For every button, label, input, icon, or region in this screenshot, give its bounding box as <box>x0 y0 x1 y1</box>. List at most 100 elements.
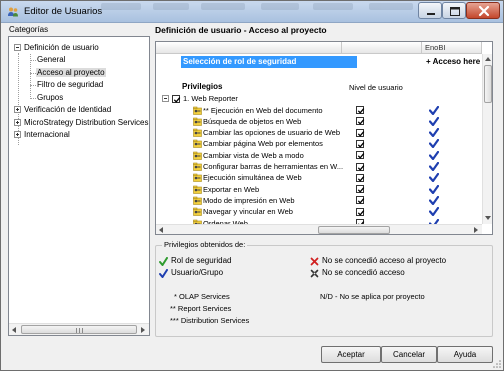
gray-x-icon <box>310 269 319 278</box>
privilege-row[interactable]: Cambiar vista de Web a modo <box>156 150 482 161</box>
privilege-label: Configurar barras de herramientas en W..… <box>203 162 344 171</box>
privilege-folder-icon <box>193 207 202 216</box>
privilege-folder-icon <box>193 196 202 205</box>
privilege-label: Exportar en Web <box>203 184 260 194</box>
scroll-thumb[interactable] <box>318 226 390 234</box>
note-report: ** Report Services <box>170 304 232 313</box>
privilege-row[interactable]: Navegar y vincular en Web <box>156 206 482 217</box>
blue-check-icon <box>429 162 439 171</box>
tree-horizontal-scrollbar[interactable] <box>9 323 149 335</box>
scroll-up-icon[interactable] <box>485 57 491 61</box>
security-role-value[interactable]: + Acceso here <box>426 56 480 68</box>
column-header-name[interactable] <box>156 42 342 54</box>
blue-check-icon <box>429 128 439 138</box>
accept-button[interactable]: Aceptar <box>321 346 381 363</box>
privilege-label: Cambiar las opciones de usuario de Web <box>203 128 341 138</box>
blue-check-icon <box>429 105 439 115</box>
expand-icon[interactable] <box>14 119 21 126</box>
tree-connector <box>30 60 36 61</box>
note-olap: * OLAP Services <box>174 292 230 301</box>
privilege-checkbox[interactable] <box>356 139 365 148</box>
privilege-folder-icon <box>193 173 202 183</box>
scroll-thumb[interactable] <box>484 65 492 103</box>
privilege-label: Cambiar página Web por elementos <box>203 139 323 149</box>
privilege-row[interactable]: ** Ejecución en Web del documento <box>156 105 482 116</box>
scroll-left-icon[interactable] <box>159 227 163 233</box>
scroll-thumb[interactable] <box>21 325 137 334</box>
close-button[interactable] <box>466 2 500 19</box>
privilege-folder-icon <box>193 139 202 149</box>
privilege-checkbox[interactable] <box>356 128 365 137</box>
scroll-down-icon[interactable] <box>485 216 491 220</box>
minimize-button[interactable] <box>418 2 442 19</box>
privilege-checkbox[interactable] <box>356 196 365 205</box>
scroll-right-icon[interactable] <box>474 227 478 233</box>
column-header-enobi[interactable]: EnoBI <box>422 42 482 54</box>
blue-check-icon <box>429 207 439 217</box>
user-editor-window: Editor de Usuarios Categorías Definición… <box>0 0 504 371</box>
title-bar[interactable]: Editor de Usuarios <box>1 1 503 23</box>
privilege-checkbox[interactable] <box>356 185 365 194</box>
grid-horizontal-scrollbar[interactable] <box>156 224 482 234</box>
tree-item-grupos[interactable]: Grupos <box>37 92 63 104</box>
privilege-row[interactable]: Cambiar página Web por elementos <box>156 138 482 149</box>
category-tree[interactable]: Definición de usuario General Acceso al … <box>8 36 150 336</box>
privilege-checkbox[interactable] <box>356 207 365 216</box>
column-header-level[interactable] <box>342 42 422 54</box>
privilege-folder-icon <box>193 106 202 115</box>
legend-title: Privilegios obtenidos de: <box>162 240 248 249</box>
blue-check-icon <box>429 139 439 149</box>
privilege-folder-icon <box>193 185 202 194</box>
resize-grip-icon[interactable] <box>493 360 501 368</box>
section-title: Definición de usuario - Acceso al proyec… <box>155 25 327 35</box>
privilege-label: Cambiar vista de Web a modo <box>203 150 304 160</box>
privileges-title: Privilegios <box>182 82 223 91</box>
scroll-right-icon[interactable] <box>141 327 145 333</box>
privilege-row[interactable]: Exportar en Web <box>156 184 482 195</box>
tree-connector <box>30 98 36 99</box>
collapse-icon[interactable] <box>162 95 169 102</box>
privilege-row[interactable]: Configurar barras de herramientas en W..… <box>156 161 482 172</box>
privilege-label: ** Ejecución en Web del documento <box>203 105 323 115</box>
privilege-folder-icon <box>193 128 202 137</box>
privilege-row[interactable]: Búsqueda de objetos en Web <box>156 116 482 127</box>
expand-icon[interactable] <box>14 106 21 113</box>
group-checkbox[interactable] <box>172 94 181 103</box>
tree-item-filtro-seguridad[interactable]: Filtro de seguridad <box>37 79 103 91</box>
red-x-icon <box>310 257 319 266</box>
privilege-row[interactable]: Cambiar las opciones de usuario de Web <box>156 127 482 138</box>
grid-vertical-scrollbar[interactable] <box>482 54 492 224</box>
privilege-label: Modo de impresión en Web <box>203 195 295 205</box>
security-role-label[interactable]: Selección de rol de seguridad <box>181 56 357 68</box>
cancel-button[interactable]: Cancelar <box>381 346 437 363</box>
privilege-checkbox[interactable] <box>356 173 365 182</box>
expand-icon[interactable] <box>14 131 21 138</box>
privileges-grid[interactable]: EnoBI Selección de rol de seguridad + Ac… <box>155 41 493 235</box>
privilege-checkbox[interactable] <box>356 162 365 171</box>
help-button[interactable]: Ayuda <box>437 346 493 363</box>
blue-check-icon <box>429 195 439 205</box>
blue-check-icon <box>429 116 439 126</box>
window-title: Editor de Usuarios <box>24 6 103 17</box>
security-role-row[interactable]: Selección de rol de seguridad + Acceso h… <box>157 56 483 68</box>
privilege-row[interactable]: Ejecución simultánea de Web <box>156 172 482 183</box>
privilege-group-row[interactable]: 1. Web Reporter <box>156 93 482 104</box>
tree-item-acceso-proyecto[interactable]: Acceso al proyecto <box>36 67 106 79</box>
privilege-checkbox[interactable] <box>356 151 365 160</box>
categories-label: Categorías <box>9 25 49 34</box>
scroll-left-icon[interactable] <box>12 327 16 333</box>
privilege-checkbox[interactable] <box>356 106 365 114</box>
privilege-label: Búsqueda de objetos en Web <box>203 116 302 126</box>
blue-check-icon <box>429 173 439 183</box>
collapse-icon[interactable] <box>14 44 21 51</box>
green-check-icon <box>159 257 168 266</box>
blue-check-icon <box>429 150 439 160</box>
tree-item-general[interactable]: General <box>37 54 65 66</box>
note-nd: N/D - No se aplica por proyecto <box>320 292 425 301</box>
blue-check-icon <box>159 269 168 278</box>
privilege-row[interactable]: Modo de impresión en Web <box>156 195 482 206</box>
maximize-button[interactable] <box>442 2 466 19</box>
privilege-label: Ejecución simultánea de Web <box>203 173 302 183</box>
privilege-folder-icon <box>193 117 202 126</box>
privilege-checkbox[interactable] <box>356 117 365 126</box>
